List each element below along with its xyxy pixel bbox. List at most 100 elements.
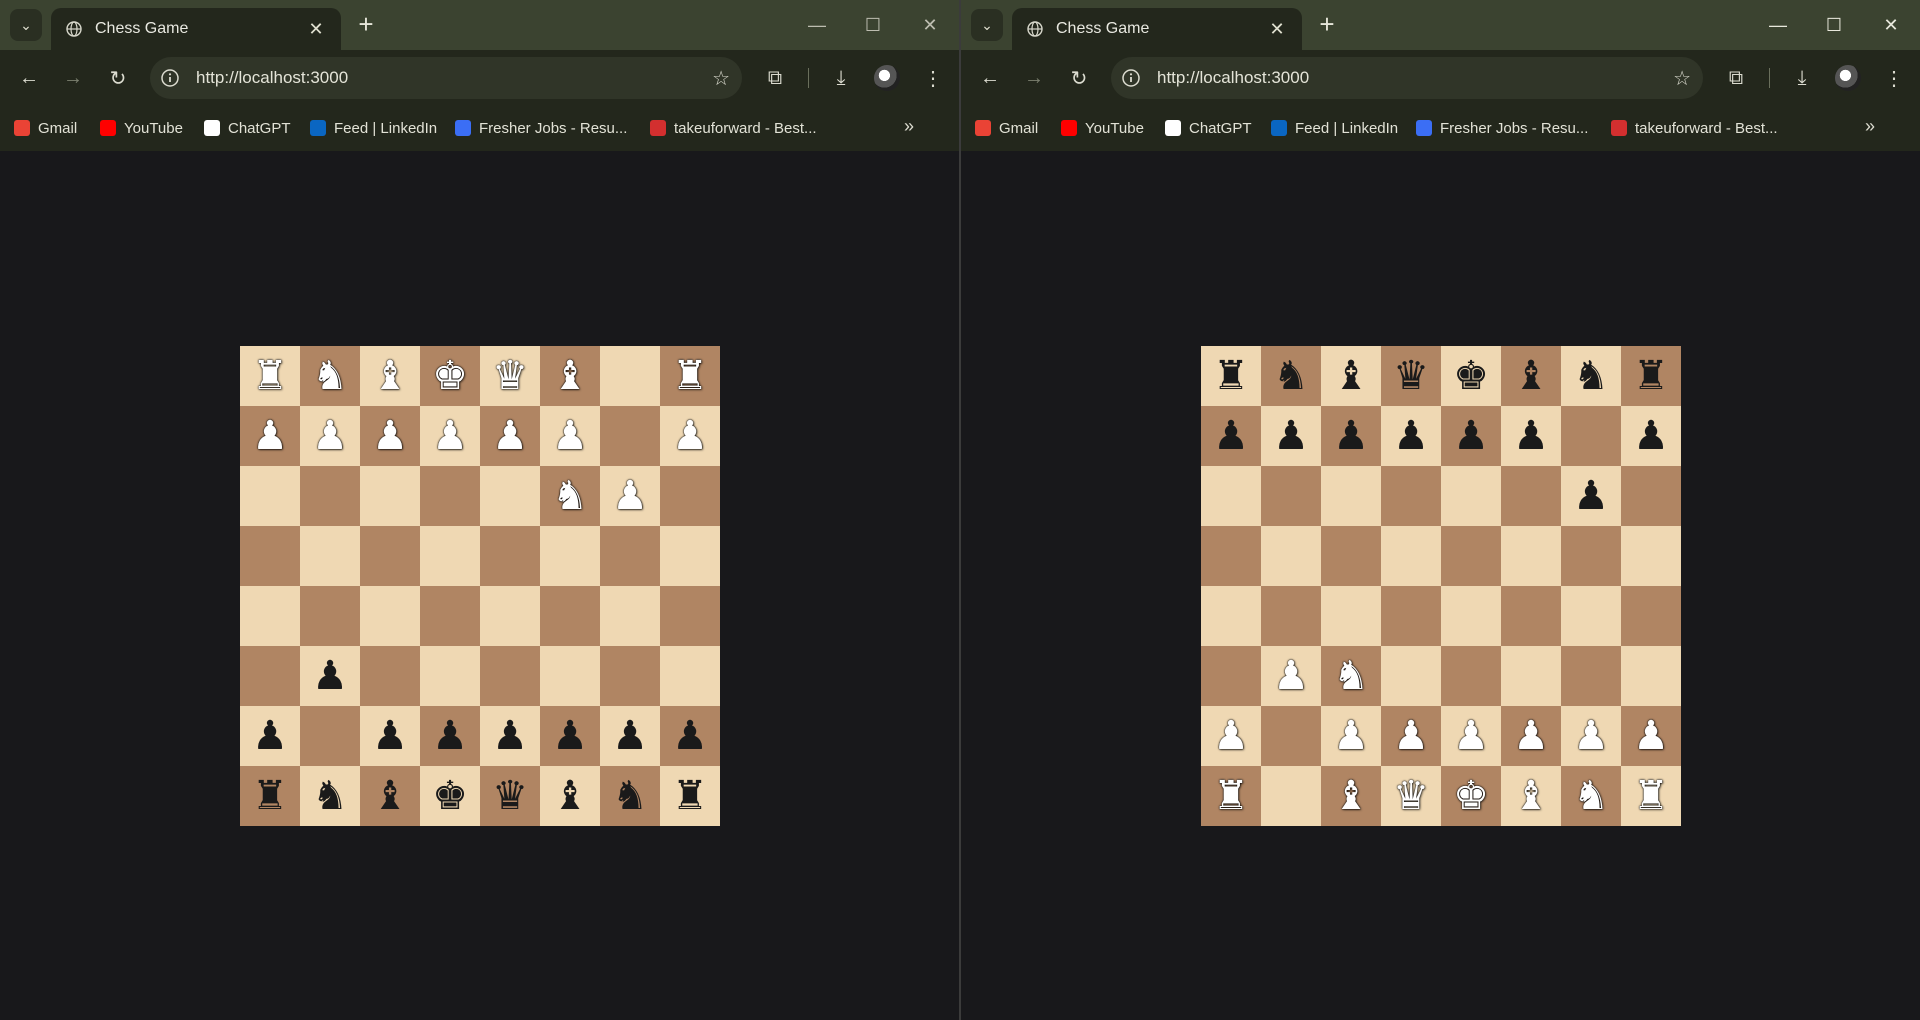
square-5-7[interactable] <box>1621 646 1681 706</box>
black-pawn-icon[interactable]: ♟ <box>252 716 288 756</box>
white-bishop-icon[interactable]: ♝ <box>552 356 588 396</box>
square-7-5[interactable]: ♝ <box>540 766 600 826</box>
square-5-3[interactable] <box>420 646 480 706</box>
square-6-5[interactable]: ♟ <box>540 706 600 766</box>
square-5-1[interactable]: ♟ <box>300 646 360 706</box>
square-5-1[interactable]: ♟ <box>1261 646 1321 706</box>
more-bookmarks-icon[interactable]: » <box>1865 116 1875 137</box>
square-2-6[interactable]: ♟ <box>600 466 660 526</box>
square-5-6[interactable] <box>1561 646 1621 706</box>
square-0-3[interactable]: ♚ <box>420 346 480 406</box>
square-2-5[interactable]: ♞ <box>540 466 600 526</box>
square-5-4[interactable] <box>1441 646 1501 706</box>
white-rook-icon[interactable]: ♜ <box>1213 776 1249 816</box>
square-7-3[interactable]: ♛ <box>1381 766 1441 826</box>
square-2-2[interactable] <box>360 466 420 526</box>
square-4-4[interactable] <box>480 586 540 646</box>
square-1-1[interactable]: ♟ <box>300 406 360 466</box>
square-7-1[interactable] <box>1261 766 1321 826</box>
black-pawn-icon[interactable]: ♟ <box>1213 416 1249 456</box>
bookmark-item[interactable]: ChatGPT <box>204 115 291 141</box>
forward-icon[interactable]: → <box>1019 63 1049 93</box>
square-1-6[interactable] <box>600 406 660 466</box>
square-3-4[interactable] <box>1441 526 1501 586</box>
square-1-7[interactable]: ♟ <box>1621 406 1681 466</box>
square-0-1[interactable]: ♞ <box>300 346 360 406</box>
square-2-4[interactable] <box>1441 466 1501 526</box>
square-2-1[interactable] <box>1261 466 1321 526</box>
square-4-4[interactable] <box>1441 586 1501 646</box>
white-rook-icon[interactable]: ♜ <box>1633 776 1669 816</box>
menu-kebab-icon[interactable]: ⋮ <box>1879 63 1909 93</box>
square-3-6[interactable] <box>600 526 660 586</box>
square-4-7[interactable] <box>1621 586 1681 646</box>
black-rook-icon[interactable]: ♜ <box>252 776 288 816</box>
white-pawn-icon[interactable]: ♟ <box>1273 656 1309 696</box>
square-2-3[interactable] <box>420 466 480 526</box>
square-2-0[interactable] <box>1201 466 1261 526</box>
site-info-icon[interactable] <box>1121 68 1141 88</box>
square-7-5[interactable]: ♝ <box>1501 766 1561 826</box>
black-pawn-icon[interactable]: ♟ <box>312 656 348 696</box>
black-king-icon[interactable]: ♚ <box>1453 356 1489 396</box>
close-window-icon[interactable]: ✕ <box>910 10 950 40</box>
address-bar[interactable]: http://localhost:3000 ☆ <box>150 57 742 99</box>
white-pawn-icon[interactable]: ♟ <box>672 416 708 456</box>
square-6-5[interactable]: ♟ <box>1501 706 1561 766</box>
minimize-icon[interactable]: — <box>1758 10 1798 40</box>
bookmark-star-icon[interactable]: ☆ <box>712 66 730 91</box>
bookmark-item[interactable]: Fresher Jobs - Resu... <box>455 115 627 141</box>
square-2-7[interactable] <box>1621 466 1681 526</box>
square-1-3[interactable]: ♟ <box>1381 406 1441 466</box>
bookmark-item[interactable]: YouTube <box>1061 115 1144 141</box>
black-rook-icon[interactable]: ♜ <box>672 776 708 816</box>
close-tab-icon[interactable]: ✕ <box>1266 18 1288 40</box>
reload-icon[interactable]: ↻ <box>103 63 133 93</box>
square-3-0[interactable] <box>240 526 300 586</box>
square-3-7[interactable] <box>1621 526 1681 586</box>
square-3-5[interactable] <box>1501 526 1561 586</box>
extensions-icon[interactable]: ⧉ <box>1721 63 1751 93</box>
tab-chess-game[interactable]: Chess Game ✕ <box>1012 8 1302 50</box>
bookmark-item[interactable]: Fresher Jobs - Resu... <box>1416 115 1588 141</box>
square-6-1[interactable] <box>300 706 360 766</box>
square-4-3[interactable] <box>1381 586 1441 646</box>
square-1-4[interactable]: ♟ <box>1441 406 1501 466</box>
square-4-2[interactable] <box>1321 586 1381 646</box>
bookmark-item[interactable]: Gmail <box>14 115 77 141</box>
square-1-3[interactable]: ♟ <box>420 406 480 466</box>
square-7-6[interactable]: ♞ <box>1561 766 1621 826</box>
square-0-1[interactable]: ♞ <box>1261 346 1321 406</box>
tab-chess-game[interactable]: Chess Game ✕ <box>51 8 341 50</box>
more-bookmarks-icon[interactable]: » <box>904 116 914 137</box>
white-knight-icon[interactable]: ♞ <box>552 476 588 516</box>
square-1-5[interactable]: ♟ <box>540 406 600 466</box>
address-bar[interactable]: http://localhost:3000 ☆ <box>1111 57 1703 99</box>
white-rook-icon[interactable]: ♜ <box>252 356 288 396</box>
black-pawn-icon[interactable]: ♟ <box>672 716 708 756</box>
square-5-7[interactable] <box>660 646 720 706</box>
square-7-0[interactable]: ♜ <box>240 766 300 826</box>
white-pawn-icon[interactable]: ♟ <box>552 416 588 456</box>
bookmark-item[interactable]: Feed | LinkedIn <box>1271 115 1398 141</box>
square-7-2[interactable]: ♝ <box>360 766 420 826</box>
square-5-3[interactable] <box>1381 646 1441 706</box>
maximize-icon[interactable]: ☐ <box>853 10 893 40</box>
bookmark-item[interactable]: takeuforward - Best... <box>650 115 817 141</box>
square-4-2[interactable] <box>360 586 420 646</box>
square-1-0[interactable]: ♟ <box>240 406 300 466</box>
site-info-icon[interactable] <box>160 68 180 88</box>
minimize-icon[interactable]: — <box>797 10 837 40</box>
square-3-1[interactable] <box>300 526 360 586</box>
square-2-3[interactable] <box>1381 466 1441 526</box>
white-pawn-icon[interactable]: ♟ <box>1513 716 1549 756</box>
bookmark-item[interactable]: Gmail <box>975 115 1038 141</box>
square-6-2[interactable]: ♟ <box>1321 706 1381 766</box>
square-0-6[interactable]: ♞ <box>1561 346 1621 406</box>
square-1-0[interactable]: ♟ <box>1201 406 1261 466</box>
new-tab-button[interactable]: + <box>1314 11 1340 38</box>
white-knight-icon[interactable]: ♞ <box>312 356 348 396</box>
square-3-6[interactable] <box>1561 526 1621 586</box>
bookmark-star-icon[interactable]: ☆ <box>1673 66 1691 91</box>
tab-search-button[interactable]: ⌄ <box>10 9 42 41</box>
